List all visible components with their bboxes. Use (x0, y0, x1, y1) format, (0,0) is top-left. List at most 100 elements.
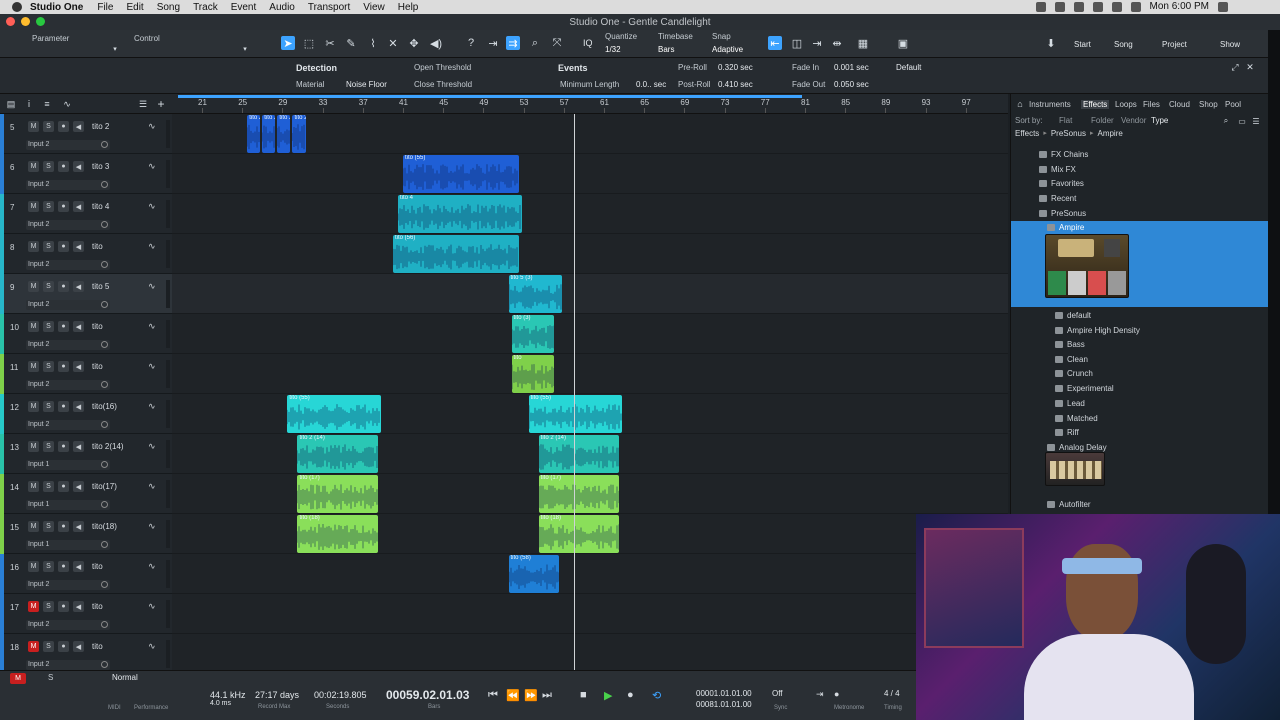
search-icon[interactable] (1218, 1, 1228, 12)
input-monitor-icon[interactable] (101, 341, 108, 348)
clock[interactable]: Mon 6:00 PM (1150, 1, 1209, 12)
menu-transport[interactable]: Transport (308, 2, 350, 13)
track-color[interactable] (0, 314, 4, 354)
browser-item[interactable]: Crunch (1011, 367, 1268, 381)
solo-button[interactable]: S (43, 241, 54, 252)
sort-option[interactable]: Vendor (1121, 116, 1146, 125)
track-row[interactable]: 7 M S ● ◀ tito 4 ∿ Input 2 (0, 194, 172, 234)
mute-button[interactable]: M (28, 521, 39, 532)
audio-event[interactable]: tito 2 (14) (297, 435, 378, 473)
browser-tab-pool[interactable]: Pool (1225, 100, 1241, 109)
input-monitor-icon[interactable] (101, 501, 108, 508)
home-icon[interactable]: ⌂ (1013, 97, 1027, 111)
snap-grid-icon[interactable]: ⇤ (768, 36, 782, 50)
pre-roll-value[interactable]: 0.320 sec (718, 63, 753, 72)
input-select[interactable]: Input 2 (26, 220, 110, 230)
inspector-toggle-icon[interactable]: ⅰ (22, 97, 36, 111)
paint-tool-icon[interactable]: ⌇ (366, 36, 380, 50)
automation-icon[interactable]: ∿ (148, 521, 156, 532)
input-select[interactable]: Input 2 (26, 180, 110, 190)
loop-end-value[interactable]: 00081.01.01.00 (696, 700, 752, 709)
zoom-icon[interactable]: ⌕ (528, 36, 542, 50)
track-name[interactable]: tito (92, 642, 103, 651)
time-signature[interactable]: 4 / 4 (884, 689, 900, 698)
start-button[interactable]: Start (1074, 40, 1091, 49)
bluetooth-icon[interactable] (1073, 1, 1084, 12)
solo-button[interactable]: S (43, 361, 54, 372)
menu-track[interactable]: Track (193, 2, 218, 13)
track-color[interactable] (0, 594, 4, 634)
record-arm-button[interactable]: ● (58, 561, 69, 572)
snap-tool-icon[interactable]: ⤧ (550, 36, 564, 50)
browser-tab-shop[interactable]: Shop (1199, 100, 1218, 109)
automation-icon[interactable]: ∿ (148, 601, 156, 612)
audio-event[interactable]: tito 2 (277, 115, 291, 153)
listen-tool-icon[interactable]: ◀) (429, 36, 443, 50)
input-monitor-icon[interactable] (101, 461, 108, 468)
monitor-button[interactable]: ◀ (73, 321, 84, 332)
audio-event[interactable]: tito (17) (297, 475, 378, 513)
apple-icon[interactable] (12, 2, 22, 12)
rewind-icon[interactable]: ⏪ (506, 689, 520, 702)
mute-button[interactable]: M (28, 641, 39, 652)
input-monitor-icon[interactable] (101, 621, 108, 628)
automation-icon[interactable]: ∿ (60, 97, 74, 111)
input-monitor-icon[interactable] (101, 221, 108, 228)
track-name[interactable]: tito(16) (92, 402, 117, 411)
solo-button[interactable]: S (43, 521, 54, 532)
automation-icon[interactable]: ∿ (148, 481, 156, 492)
solo-button[interactable]: S (43, 561, 54, 572)
track-name[interactable]: tito 2(14) (92, 442, 124, 451)
track-color[interactable] (0, 474, 4, 514)
record-arm-button[interactable]: ● (58, 401, 69, 412)
track-row[interactable]: 13 M S ● ◀ tito 2(14) ∿ Input 1 (0, 434, 172, 474)
automation-icon[interactable]: ∿ (148, 201, 156, 212)
project-button[interactable]: Project (1162, 40, 1187, 49)
track-name[interactable]: tito (92, 322, 103, 331)
show-button[interactable]: Show (1220, 40, 1240, 49)
monitor-button[interactable]: ◀ (73, 481, 84, 492)
mute-button[interactable]: M (28, 361, 39, 372)
browser-item[interactable]: Ampire High Density (1011, 324, 1268, 338)
metronome-icon[interactable]: ● (834, 689, 839, 699)
monitor-button[interactable]: ◀ (73, 521, 84, 532)
input-select[interactable]: Input 1 (26, 500, 110, 510)
record-arm-button[interactable]: ● (58, 121, 69, 132)
track-lane[interactable] (172, 234, 1008, 274)
monitor-button[interactable]: ◀ (73, 201, 84, 212)
input-monitor-icon[interactable] (101, 141, 108, 148)
minimize-window-icon[interactable] (21, 17, 30, 26)
track-row[interactable]: 15 M S ● ◀ tito(18) ∿ Input 1 (0, 514, 172, 554)
audio-event[interactable]: tito 4 (397, 195, 522, 233)
record-arm-button[interactable]: ● (58, 441, 69, 452)
track-name[interactable]: tito (92, 562, 103, 571)
mute-tool-icon[interactable]: ✕ (386, 36, 400, 50)
track-color[interactable] (0, 274, 4, 314)
mute-button[interactable]: M (28, 601, 39, 612)
wifi-icon[interactable] (1092, 1, 1103, 12)
audio-event[interactable]: tito (55) (403, 155, 519, 193)
automation-icon[interactable]: ∿ (148, 241, 156, 252)
mute-button[interactable]: M (28, 161, 39, 172)
forward-end-icon[interactable]: ⏭ (542, 689, 552, 702)
track-row[interactable]: 17 M S ● ◀ tito ∿ Input 2 (0, 594, 172, 634)
automation-icon[interactable]: ∿ (148, 401, 156, 412)
monitor-button[interactable]: ◀ (73, 641, 84, 652)
track-color[interactable] (0, 194, 4, 234)
input-select[interactable]: Input 1 (26, 540, 110, 550)
control-dropdown-icon[interactable]: ▾ (238, 42, 252, 56)
monitor-button[interactable]: ◀ (73, 561, 84, 572)
arrange-view[interactable]: tito 2 tito 2 tito 2 tito 2 tito (55) ti… (172, 114, 1008, 670)
browser-item[interactable]: FX Chains (1011, 148, 1268, 162)
range-tool-icon[interactable]: ⬚ (302, 36, 316, 50)
audio-event[interactable]: tito (55) (287, 395, 381, 433)
snap-events-icon[interactable]: ◫ (790, 36, 804, 50)
automation-icon[interactable]: ∿ (148, 561, 156, 572)
input-select[interactable]: Input 1 (26, 460, 110, 470)
material-select[interactable]: Noise Floor (346, 80, 387, 89)
track-row[interactable]: 18 M S ● ◀ tito ∿ Input 2 (0, 634, 172, 670)
track-lane[interactable] (172, 634, 1008, 670)
input-select[interactable]: Input 2 (26, 620, 110, 630)
snap-loop-icon[interactable]: ⇹ (830, 36, 844, 50)
track-row[interactable]: 14 M S ● ◀ tito(17) ∿ Input 1 (0, 474, 172, 514)
